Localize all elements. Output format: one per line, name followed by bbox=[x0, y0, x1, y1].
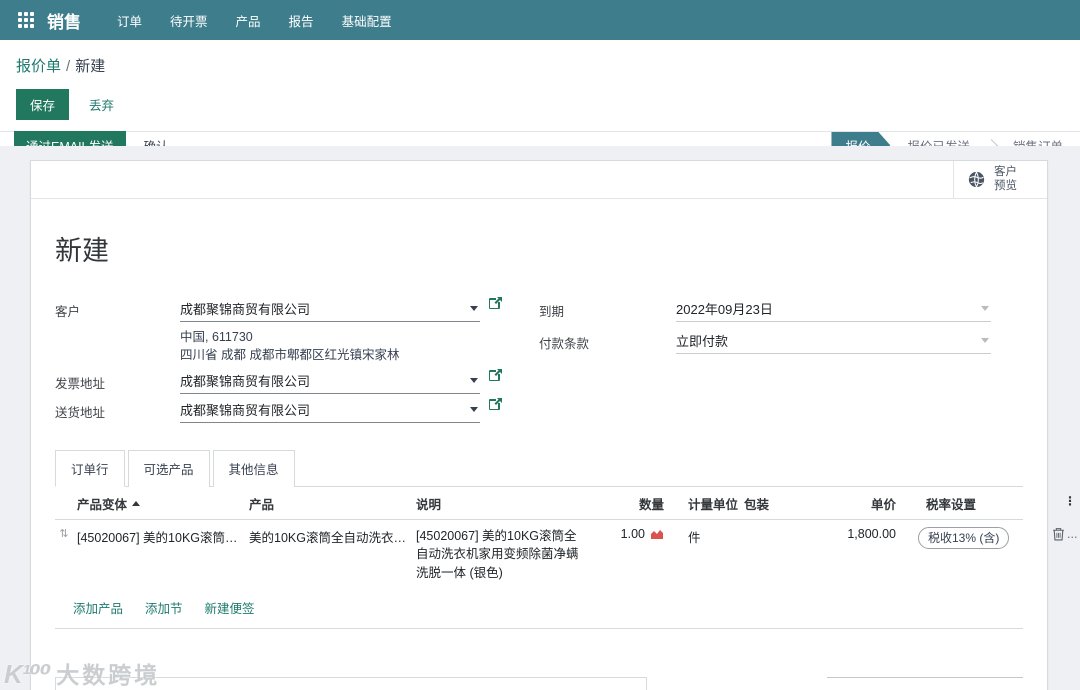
nav-item-to-invoice[interactable]: 待开票 bbox=[156, 0, 222, 42]
customer-label: 客户 bbox=[55, 305, 81, 319]
app-name[interactable]: 销售 bbox=[47, 8, 81, 33]
add-note-link[interactable]: 新建便签 bbox=[205, 598, 255, 617]
payment-terms-label: 付款条款 bbox=[539, 337, 590, 351]
dropdown-caret-icon[interactable] bbox=[470, 378, 478, 384]
forecast-chart-icon[interactable] bbox=[650, 528, 664, 540]
untaxed-amount-label: 未税额: bbox=[883, 687, 925, 690]
customer-address: 中国, 611730 四川省 成都 成都市郫都区红光镇宋家林 bbox=[180, 325, 539, 368]
invoice-address-field[interactable]: 成都聚锦商贸有限公司 bbox=[180, 368, 480, 395]
form-right-column: 到期 2022年09月23日 付款条款 立即付款 bbox=[539, 296, 1023, 426]
table-footer-links: 添加产品 添加节 新建便签 bbox=[55, 588, 1023, 629]
delivery-address-field[interactable]: 成都聚锦商贸有限公司 bbox=[180, 397, 480, 424]
header-product[interactable]: 产品 bbox=[249, 494, 412, 513]
top-navbar: 销售 订单 待开票 产品 报告 基础配置 bbox=[0, 0, 1080, 40]
header-description[interactable]: 说明 bbox=[416, 494, 584, 513]
apps-grid-icon[interactable] bbox=[18, 11, 35, 29]
delivery-address-value[interactable]: 成都聚锦商贸有限公司 bbox=[180, 400, 464, 419]
table-row[interactable]: ⇅ [45020067] 美的10KG滚筒全自动洗衣机家用变频除菌净螨洗脱一体 … bbox=[55, 520, 1077, 587]
breadcrumb: 报价单 / 新建 bbox=[0, 40, 1080, 80]
notebook-tabs: 订单行 可选产品 其他信息 bbox=[55, 450, 1023, 488]
invoice-address-label: 发票地址 bbox=[55, 377, 106, 392]
header-product-variant[interactable]: 产品变体 bbox=[77, 494, 245, 513]
header-quantity[interactable]: 数量 bbox=[588, 494, 664, 513]
cell-quantity[interactable]: 1.00 bbox=[588, 527, 664, 541]
tab-order-lines[interactable]: 订单行 bbox=[55, 450, 125, 488]
delete-row-icon[interactable] bbox=[1052, 527, 1065, 541]
cell-description[interactable]: [45020067] 美的10KG滚筒全自动洗衣机家用变频除菌净螨洗脱一体 (银… bbox=[416, 527, 584, 581]
discard-button[interactable]: 丢弃 bbox=[89, 95, 114, 114]
form-fields: 客户 成都聚锦商贸有限公司 中国, 611730 四川省 成都 成都市郫都区红光… bbox=[55, 296, 1023, 426]
cell-uom[interactable]: 件 bbox=[668, 527, 740, 546]
row-more-ellipsis: ... bbox=[1067, 527, 1078, 542]
cell-product[interactable]: 美的10KG滚筒全自动洗衣机家用变频除菌净螨洗脱一体 (银色) bbox=[249, 527, 412, 546]
header-taxes[interactable]: 税率设置 bbox=[900, 494, 1042, 513]
header-unit-price[interactable]: 单价 bbox=[806, 494, 896, 513]
breadcrumb-separator: / bbox=[66, 58, 71, 75]
globe-icon bbox=[968, 171, 985, 188]
open-delivery-address-icon[interactable] bbox=[489, 397, 503, 411]
payment-terms-value[interactable]: 立即付款 bbox=[676, 331, 975, 350]
cell-product-variant[interactable]: [45020067] 美的10KG滚筒全自动洗衣机家用变频除菌净螨洗脱一体 (银… bbox=[77, 527, 245, 546]
preview-button-line1: 客户 bbox=[994, 165, 1017, 178]
table-header-row: 产品变体 产品 说明 数量 计量单位 包装 单价 税率设置 小计 ⋮ bbox=[55, 487, 1076, 521]
drag-handle-icon[interactable]: ⇅ bbox=[55, 527, 73, 540]
preview-button-line2: 预览 bbox=[994, 179, 1017, 192]
nav-item-configuration[interactable]: 基础配置 bbox=[328, 0, 406, 42]
form-sheet: 客户 预览 新建 客户 成都聚锦商贸有限公司 中国, 611730 四川省 成都… bbox=[30, 160, 1077, 690]
nav-item-orders[interactable]: 订单 bbox=[103, 0, 156, 42]
customer-address-line2: 四川省 成都 成都市郫都区红光镇宋家林 bbox=[180, 348, 400, 363]
optional-columns-icon[interactable]: ⋮ bbox=[1050, 494, 1080, 508]
expiration-field[interactable]: 2022年09月23日 bbox=[676, 296, 991, 322]
order-lines-table: 产品变体 产品 说明 数量 计量单位 包装 单价 税率设置 小计 ⋮ ⇅ [45… bbox=[55, 487, 1077, 629]
tab-other-info[interactable]: 其他信息 bbox=[212, 450, 295, 488]
header-packaging[interactable]: 包装 bbox=[744, 494, 802, 513]
expiration-value[interactable]: 2022年09月23日 bbox=[676, 299, 975, 318]
record-action-buttons: 保存 丢弃 bbox=[0, 80, 1080, 131]
payment-terms-field[interactable]: 立即付款 bbox=[676, 328, 991, 354]
tax-badge[interactable]: 税收13% (含) bbox=[918, 527, 1010, 550]
save-button[interactable]: 保存 bbox=[16, 89, 70, 120]
customer-value[interactable]: 成都聚锦商贸有限公司 bbox=[180, 299, 464, 318]
terms-box[interactable]: 条款及条件: https://eec4aca1.xiaoouyun.cn/ter… bbox=[55, 676, 647, 690]
form-view-background: 客户 预览 新建 客户 成都聚锦商贸有限公司 中国, 611730 四川省 成都… bbox=[0, 146, 1080, 690]
breadcrumb-quotations-link[interactable]: 报价单 bbox=[16, 58, 61, 75]
delivery-address-label: 送货地址 bbox=[55, 406, 106, 421]
open-invoice-address-icon[interactable] bbox=[489, 368, 503, 382]
dropdown-caret-icon[interactable] bbox=[470, 407, 478, 413]
breadcrumb-current: 新建 bbox=[75, 58, 106, 75]
add-product-link[interactable]: 添加产品 bbox=[73, 598, 123, 617]
button-box: 客户 预览 bbox=[31, 161, 1047, 199]
dropdown-caret-icon[interactable] bbox=[981, 306, 989, 311]
dropdown-caret-icon[interactable] bbox=[981, 338, 989, 343]
bottom-section: 条款及条件: https://eec4aca1.xiaoouyun.cn/ter… bbox=[55, 676, 1023, 690]
open-customer-icon[interactable] bbox=[489, 296, 503, 310]
header-uom[interactable]: 计量单位 bbox=[668, 494, 740, 513]
sort-asc-icon bbox=[132, 501, 141, 507]
expiration-label: 到期 bbox=[539, 305, 565, 319]
customer-field[interactable]: 成都聚锦商贸有限公司 bbox=[180, 296, 480, 322]
dropdown-caret-icon[interactable] bbox=[470, 306, 478, 311]
add-section-link[interactable]: 添加节 bbox=[145, 598, 183, 617]
nav-item-reporting[interactable]: 报告 bbox=[275, 0, 328, 42]
tab-optional-products[interactable]: 可选产品 bbox=[127, 450, 210, 488]
cell-unit-price[interactable]: 1,800.00 bbox=[806, 527, 896, 541]
customer-address-line1: 中国, 611730 bbox=[180, 330, 253, 344]
record-title: 新建 bbox=[55, 236, 109, 266]
form-left-column: 客户 成都聚锦商贸有限公司 中国, 611730 四川省 成都 成都市郫都区红光… bbox=[55, 296, 539, 426]
customer-preview-button[interactable]: 客户 预览 bbox=[953, 161, 1047, 198]
totals-panel: 未税额: ¥ 1,592.92 VAT 13%: ¥ 207.08 合计: ¥ … bbox=[827, 676, 1023, 690]
nav-item-products[interactable]: 产品 bbox=[222, 0, 275, 42]
invoice-address-value[interactable]: 成都聚锦商贸有限公司 bbox=[180, 371, 464, 390]
